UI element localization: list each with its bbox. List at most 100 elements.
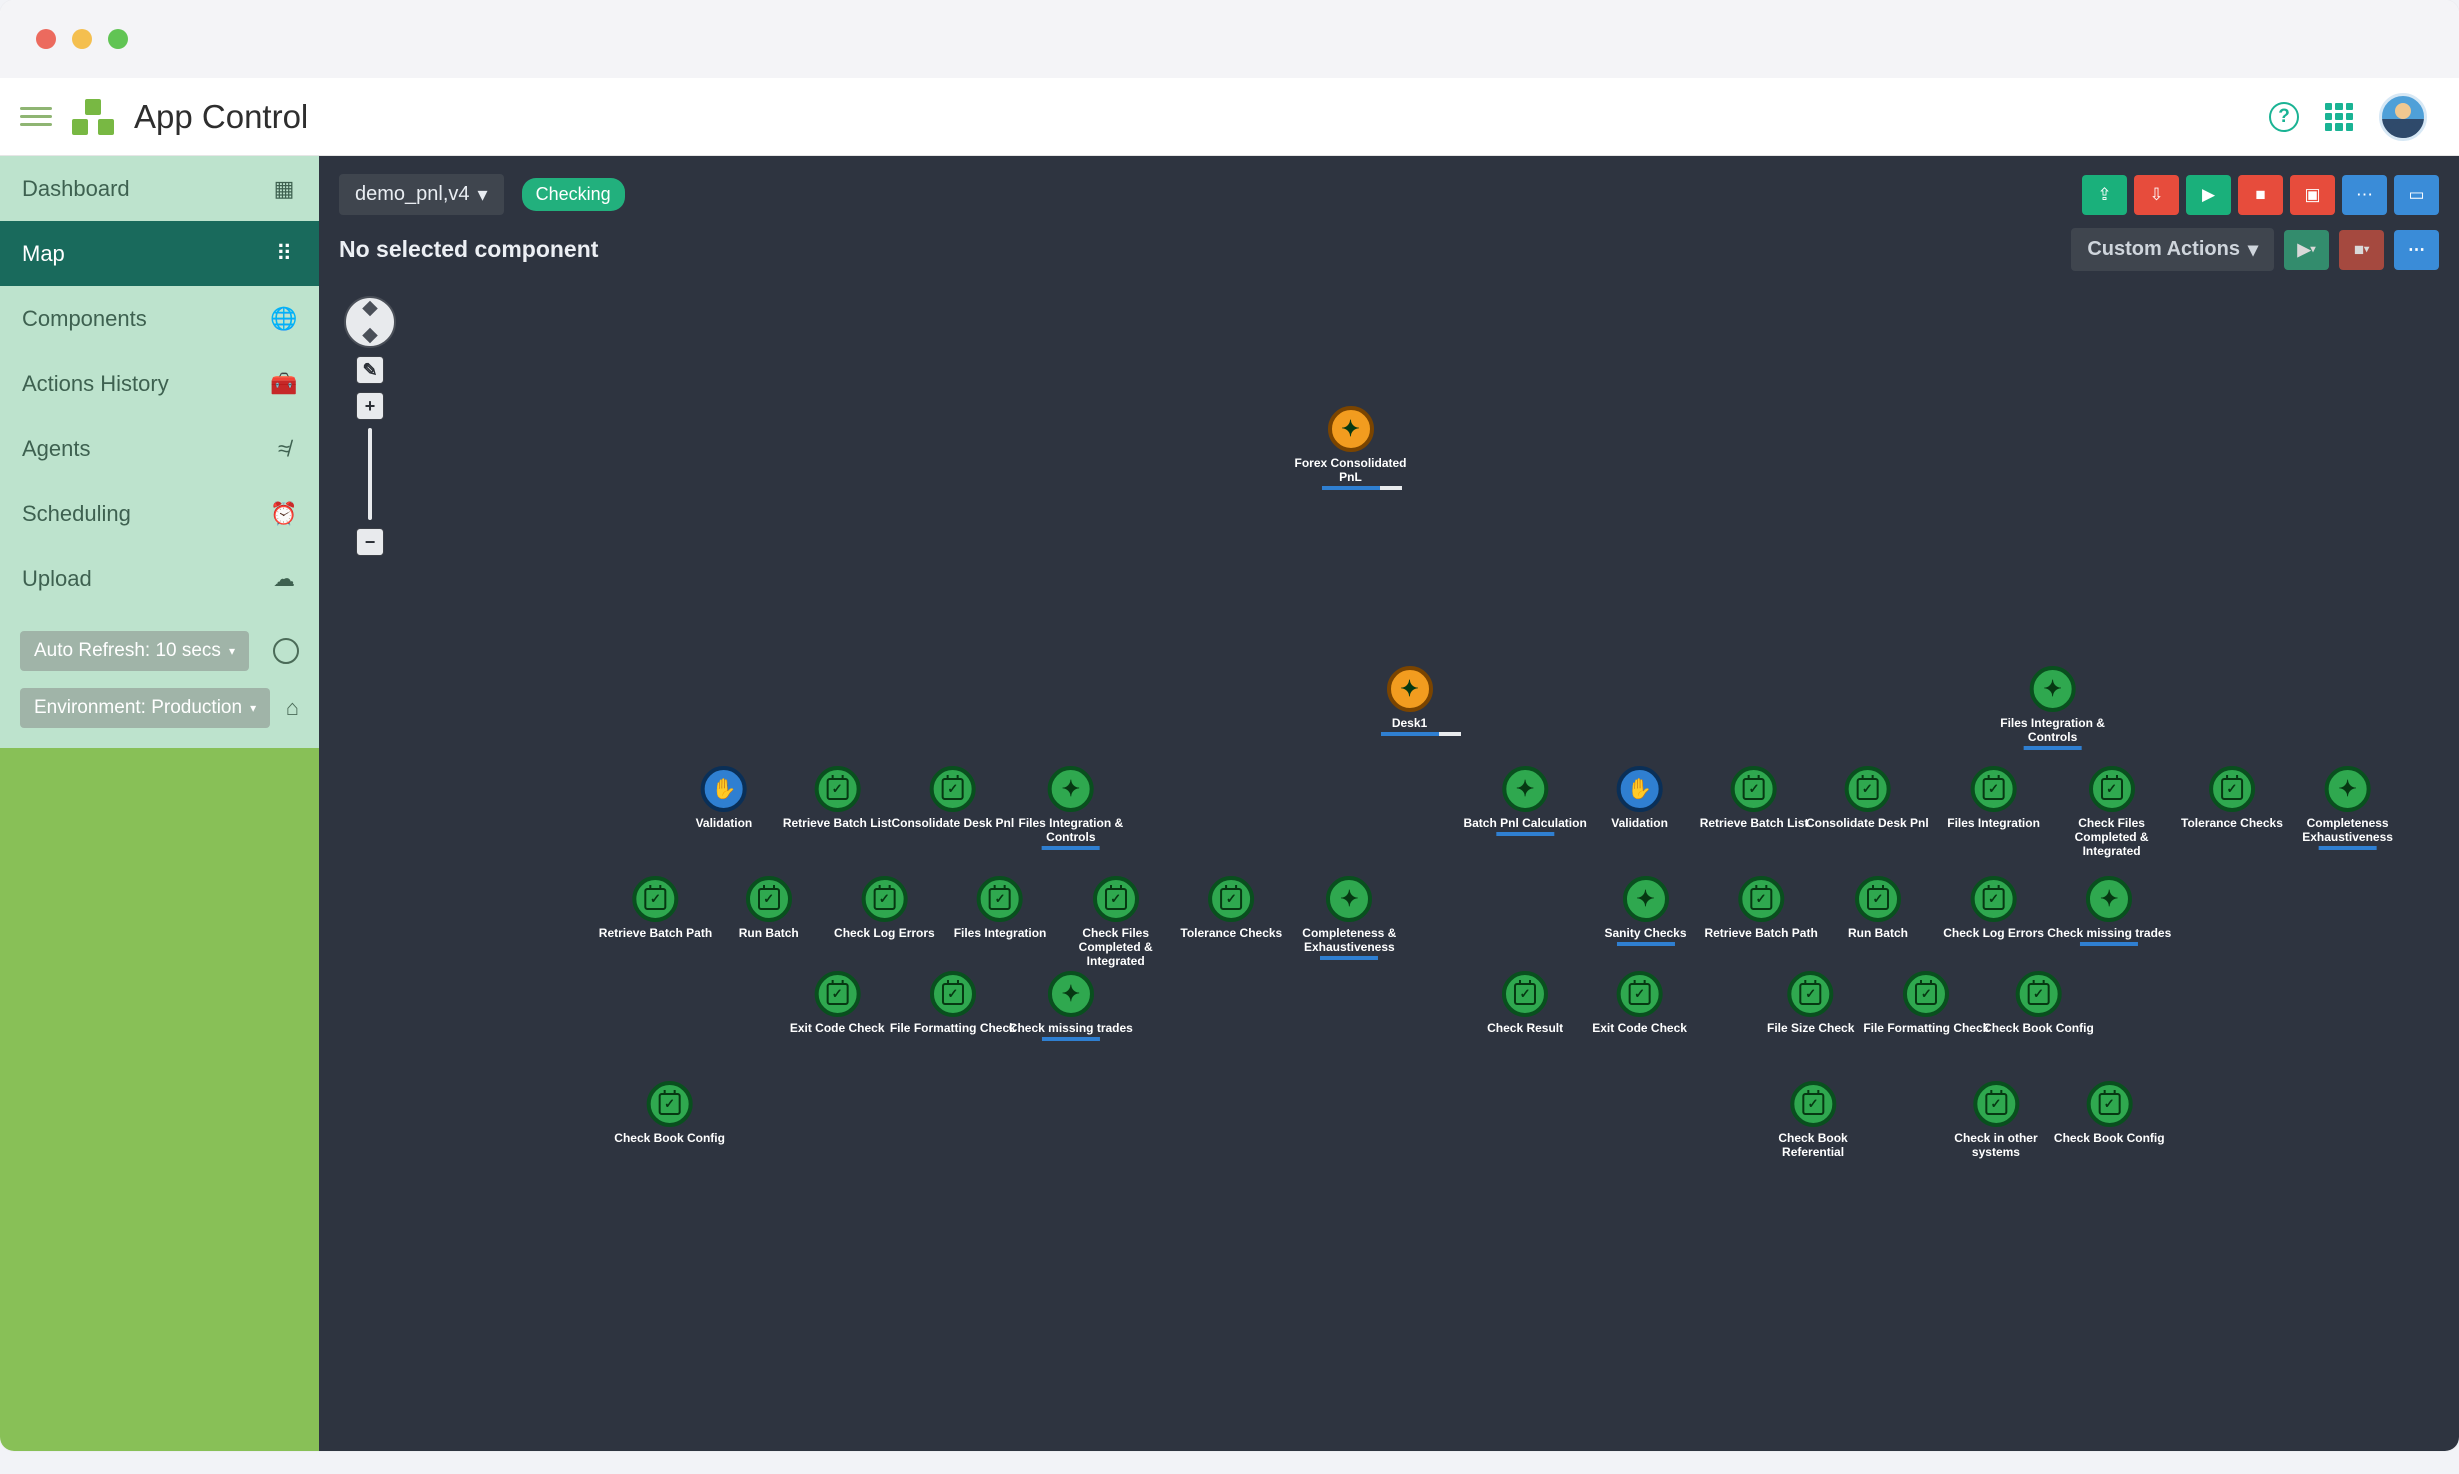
toolbox-icon: 🧰 [271, 371, 297, 397]
import-button[interactable]: ⇩ [2134, 175, 2179, 215]
sidebar-item-dashboard[interactable]: Dashboard▦ [0, 156, 319, 221]
zoom-out-button[interactable]: − [356, 528, 384, 556]
edit-tool-icon[interactable]: ✎ [356, 356, 384, 384]
window-minimize-dot[interactable] [72, 29, 92, 49]
help-icon[interactable]: ? [2269, 102, 2299, 132]
graph-node[interactable]: Files Integration [954, 876, 1047, 940]
graph-node[interactable]: Batch Pnl Calculation [1463, 766, 1586, 836]
node-label: Consolidate Desk Pnl [891, 816, 1014, 830]
graph-node[interactable]: Check Files Completed & Integrated [1079, 876, 1153, 968]
calendar-check-icon [1973, 1081, 2019, 1127]
graph-node[interactable]: File Size Check [1767, 971, 1854, 1035]
sitemap-icon: ⠿ [271, 241, 297, 267]
zoom-in-button[interactable]: + [356, 392, 384, 420]
graph-node[interactable]: Files Integration & Controls [1018, 766, 1123, 850]
graph-node[interactable]: Validation [696, 766, 753, 830]
node-label: Check Book Referential [1778, 1131, 1847, 1159]
graph-node[interactable]: Exit Code Check [790, 971, 885, 1035]
export-button[interactable]: ⇪ [2082, 175, 2127, 215]
calendar-check-icon [1093, 876, 1139, 922]
graph-node[interactable]: Files Integration [1947, 766, 2040, 830]
puzzle-icon [1387, 666, 1433, 712]
play-button[interactable]: ▶ [2186, 175, 2231, 215]
graph-node[interactable]: Tolerance Checks [1180, 876, 1282, 940]
graph-node[interactable]: Check Book Config [1983, 971, 2094, 1035]
sub-more-button[interactable]: ⋯ [2394, 230, 2439, 270]
sidebar-item-actions-history[interactable]: Actions History🧰 [0, 351, 319, 416]
graph-node[interactable]: Validation [1611, 766, 1668, 830]
graph-node[interactable]: File Formatting Check [1863, 971, 1989, 1035]
node-label: Files Integration & Controls [2000, 716, 2105, 744]
graph-node[interactable]: Check Log Errors [1943, 876, 2044, 940]
graph-node[interactable]: Check in other systems [1954, 1081, 2037, 1159]
menu-toggle-icon[interactable] [20, 101, 52, 133]
stop-all-button[interactable]: ▣ [2290, 175, 2335, 215]
graph-node[interactable]: Retrieve Batch Path [1704, 876, 1817, 940]
graph-node[interactable]: Consolidate Desk Pnl [891, 766, 1014, 830]
window-zoom-dot[interactable] [108, 29, 128, 49]
home-icon[interactable]: ⌂ [286, 695, 299, 721]
sidebar-item-agents[interactable]: Agents≉ [0, 416, 319, 481]
puzzle-icon [2325, 766, 2371, 812]
progress-underline [1616, 942, 1674, 946]
graph-node[interactable]: File Formatting Check [890, 971, 1016, 1035]
sub-stop-button[interactable]: ■▾ [2339, 230, 2384, 270]
graph-node[interactable]: Tolerance Checks [2181, 766, 2283, 830]
progress-underline [1381, 732, 1439, 736]
graph-node[interactable]: Retrieve Batch Path [599, 876, 712, 940]
map-canvas[interactable]: demo_pnl,v4▾ Checking ⇪ ⇩ ▶ ■ ▣ ⋯ ▭ No s… [319, 156, 2459, 1451]
sub-play-button[interactable]: ▶▾ [2284, 230, 2329, 270]
node-label: Check Result [1487, 1021, 1563, 1035]
user-avatar[interactable] [2379, 93, 2427, 141]
window-close-dot[interactable] [36, 29, 56, 49]
graph-node[interactable]: Check missing trades [1009, 971, 1133, 1041]
graph-node[interactable]: Check Book Config [614, 1081, 725, 1145]
calendar-check-icon [1971, 876, 2017, 922]
node-label: Exit Code Check [1592, 1021, 1687, 1035]
custom-actions-dropdown[interactable]: Custom Actions▾ [2071, 228, 2274, 271]
node-label: Desk1 [1381, 716, 1439, 730]
briefcase-button[interactable]: ▭ [2394, 175, 2439, 215]
graph-node[interactable]: Check Book Referential [1778, 1081, 1847, 1159]
graph-node[interactable]: Desk1 [1381, 666, 1439, 736]
graph-node[interactable]: Completeness & Exhaustiveness [1302, 876, 1396, 960]
puzzle-icon [1327, 406, 1373, 452]
graph-node[interactable]: Sanity Checks [1604, 876, 1686, 946]
agents-icon: ≉ [271, 436, 297, 462]
graph-node[interactable]: Retrieve Batch List [783, 766, 892, 830]
node-label: Check in other systems [1954, 1131, 2037, 1159]
node-label: Exit Code Check [790, 1021, 885, 1035]
graph-node[interactable]: Exit Code Check [1592, 971, 1687, 1035]
node-label: Tolerance Checks [1180, 926, 1282, 940]
refresh-icon[interactable] [273, 638, 299, 664]
graph-node[interactable]: Run Batch [739, 876, 799, 940]
graph-edges [319, 156, 619, 306]
environment-dropdown[interactable]: Environment: Production▾ [20, 688, 270, 728]
graph-node[interactable]: Run Batch [1848, 876, 1908, 940]
sidebar-item-components[interactable]: Components🌐 [0, 286, 319, 351]
stop-button[interactable]: ■ [2238, 175, 2283, 215]
more-button[interactable]: ⋯ [2342, 175, 2387, 215]
sidebar-item-map[interactable]: Map⠿ [0, 221, 319, 286]
node-label: Retrieve Batch List [783, 816, 892, 830]
apps-grid-icon[interactable] [2325, 103, 2353, 131]
auto-refresh-dropdown[interactable]: Auto Refresh: 10 secs▾ [20, 631, 249, 671]
mac-titlebar [0, 0, 2459, 78]
hand-icon [1617, 766, 1663, 812]
graph-node[interactable]: Check Log Errors [834, 876, 935, 940]
sidebar-item-upload[interactable]: Upload☁ [0, 546, 319, 611]
node-label: Tolerance Checks [2181, 816, 2283, 830]
graph-node[interactable]: Check Files Completed & Integrated [2075, 766, 2149, 858]
puzzle-icon [2030, 666, 2076, 712]
graph-node[interactable]: Files Integration & Controls [2000, 666, 2105, 750]
graph-node[interactable]: Consolidate Desk Pnl [1806, 766, 1929, 830]
graph-node[interactable]: Check Book Config [2054, 1081, 2165, 1145]
sidebar-item-scheduling[interactable]: Scheduling⏰ [0, 481, 319, 546]
graph-node[interactable]: Completeness Exhaustiveness [2302, 766, 2393, 850]
graph-node[interactable]: Retrieve Batch List [1700, 766, 1809, 830]
zoom-slider[interactable] [368, 428, 372, 520]
graph-node[interactable]: Forex Consolidated PnL [1294, 406, 1406, 490]
graph-node[interactable]: Check missing trades [2047, 876, 2171, 946]
graph-node[interactable]: Check Result [1487, 971, 1563, 1035]
puzzle-icon [1048, 971, 1094, 1017]
